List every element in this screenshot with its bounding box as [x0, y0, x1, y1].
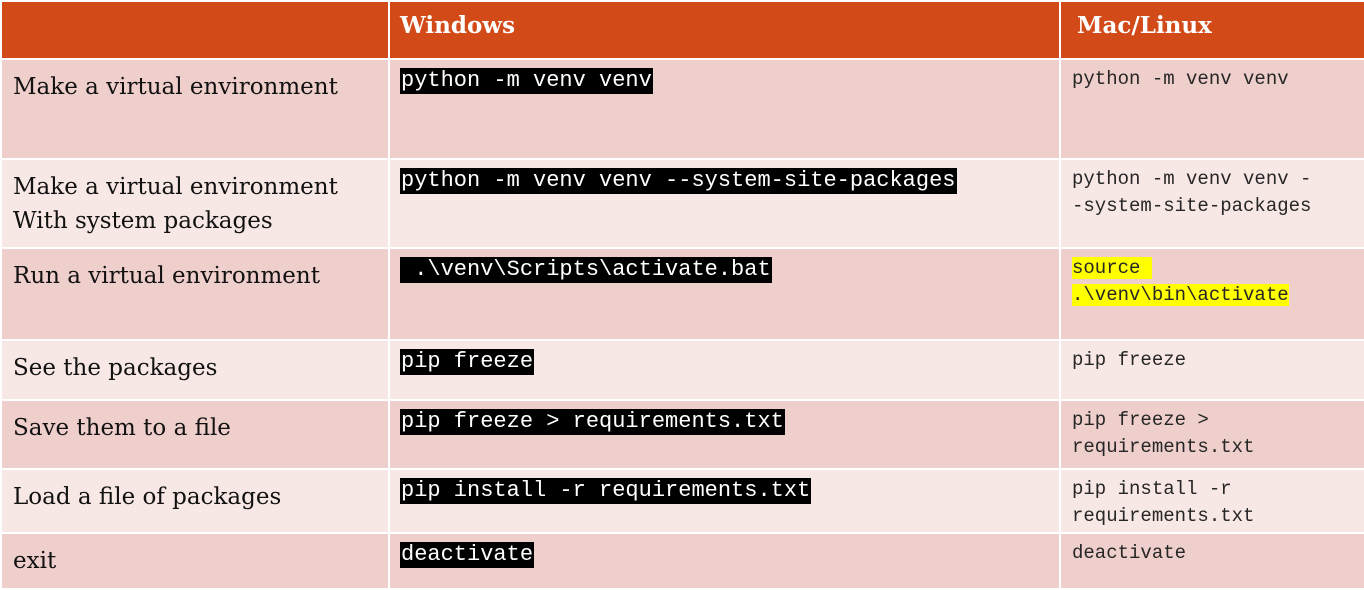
table-row: Make a virtual environment With system p…: [0, 158, 1364, 249]
windows-cell: pip freeze: [388, 339, 1061, 401]
mac-command: pip install -r requirements.txt: [1059, 468, 1364, 534]
task-cell: Run a virtual environment: [0, 247, 390, 341]
windows-cell: pip install -r requirements.txt: [388, 468, 1061, 534]
windows-command: pip install -r requirements.txt: [400, 478, 812, 504]
task-cell: exit: [0, 532, 390, 590]
task-cell: Load a file of packages: [0, 468, 390, 534]
mac-command-highlighted: source .\venv\bin\activate: [1059, 247, 1364, 341]
task-cell: See the packages: [0, 339, 390, 401]
windows-cell: pip freeze > requirements.txt: [388, 399, 1061, 470]
header-windows: Windows: [388, 0, 1061, 60]
mac-command: pip freeze: [1059, 339, 1364, 401]
windows-command: python -m venv venv --system-site-packag…: [400, 168, 957, 194]
highlighted-command-line1: source: [1072, 257, 1152, 279]
mac-command: python -m venv venv: [1059, 58, 1364, 160]
venv-commands-table: Windows Mac/Linux Make a virtual environ…: [0, 0, 1364, 590]
task-cell: Make a virtual environment: [0, 58, 390, 160]
mac-command: deactivate: [1059, 532, 1364, 590]
task-cell: Make a virtual environment With system p…: [0, 158, 390, 249]
windows-command: python -m venv venv: [400, 68, 653, 94]
windows-cell: python -m venv venv --system-site-packag…: [388, 158, 1061, 249]
windows-command: .\venv\Scripts\activate.bat: [400, 257, 772, 283]
windows-command: pip freeze > requirements.txt: [400, 409, 785, 435]
mac-command: python -m venv venv - -system-site-packa…: [1059, 158, 1364, 249]
header-task: [0, 0, 390, 60]
windows-cell: deactivate: [388, 532, 1061, 590]
table-row: Make a virtual environment python -m ven…: [0, 58, 1364, 160]
mac-command: pip freeze > requirements.txt: [1059, 399, 1364, 470]
header-row: Windows Mac/Linux: [0, 0, 1364, 60]
table-row: Run a virtual environment .\venv\Scripts…: [0, 247, 1364, 341]
table-row: Save them to a file pip freeze > require…: [0, 399, 1364, 470]
table-row: exit deactivate deactivate: [0, 532, 1364, 590]
header-mac-linux: Mac/Linux: [1059, 0, 1364, 60]
windows-command: pip freeze: [400, 349, 535, 375]
windows-command: deactivate: [400, 542, 535, 568]
highlighted-command-line2: .\venv\bin\activate: [1072, 284, 1289, 306]
table-row: See the packages pip freeze pip freeze: [0, 339, 1364, 401]
windows-cell: python -m venv venv: [388, 58, 1061, 160]
windows-cell: .\venv\Scripts\activate.bat: [388, 247, 1061, 341]
task-cell: Save them to a file: [0, 399, 390, 470]
table-row: Load a file of packages pip install -r r…: [0, 468, 1364, 534]
